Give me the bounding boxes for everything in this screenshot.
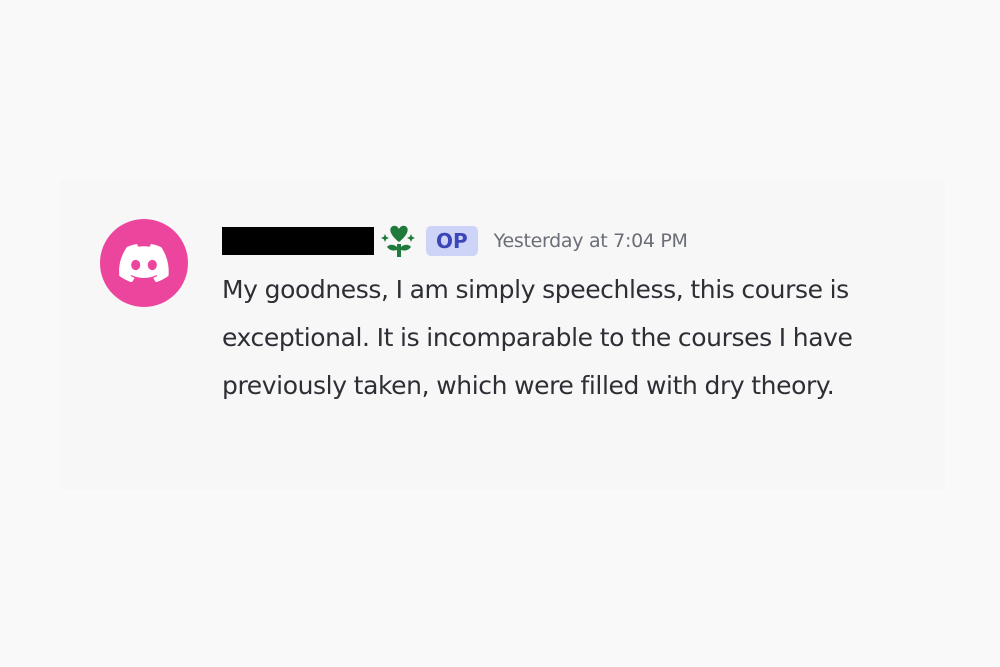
message-text: My goodness, I am simply speechless, thi… bbox=[222, 275, 853, 400]
discord-logo-icon bbox=[119, 244, 169, 282]
avatar[interactable] bbox=[100, 219, 188, 307]
heart-sparkle-icon[interactable] bbox=[380, 223, 418, 259]
username-redacted[interactable] bbox=[222, 227, 374, 255]
op-badge: OP bbox=[426, 226, 478, 256]
message-timestamp[interactable]: Yesterday at 7:04 PM bbox=[494, 226, 688, 256]
message-header: OP Yesterday at 7:04 PM bbox=[222, 225, 688, 257]
